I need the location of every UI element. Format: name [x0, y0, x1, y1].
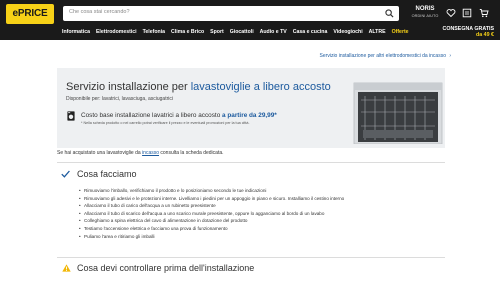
- main-nav: Informatica Elettrodomestici Telefonia C…: [62, 27, 415, 37]
- title-prefix: Servizio installazione per: [66, 81, 191, 93]
- nav-giocattoli[interactable]: Giocattoli: [230, 27, 254, 37]
- list-item: Rimuoviamo l'imballo, verifichiamo il pr…: [79, 187, 344, 195]
- section-divider: [57, 257, 445, 258]
- offer-text: Costo base installazione lavatrici a lib…: [81, 112, 223, 119]
- section-title-check: Cosa devi controllare prima dell'install…: [77, 263, 255, 273]
- nav-sport[interactable]: Sport: [210, 27, 224, 37]
- cart-icon[interactable]: [479, 8, 489, 18]
- offer-footnote: * Nella scheda prodotto o nel carrello p…: [81, 121, 250, 125]
- heart-icon[interactable]: [446, 8, 456, 18]
- page-title: Servizio installazione per lavastoviglie…: [66, 81, 331, 93]
- nav-videogiochi[interactable]: Videogiochi: [333, 27, 362, 37]
- offer-price: a partire da 29,99*: [222, 112, 277, 119]
- service-banner: Servizio installazione per lavastoviglie…: [57, 68, 445, 148]
- warning-icon: [62, 264, 71, 272]
- top-header: ePRICE Che cosa stai cercando? NORIS ORD…: [0, 0, 500, 40]
- search-input[interactable]: Che cosa stai cercando?: [63, 6, 399, 21]
- washing-machine-icon: [67, 111, 75, 121]
- section-divider: [57, 162, 445, 163]
- shipping-threshold: da 49 €: [476, 32, 494, 38]
- nav-offerte[interactable]: Offerte: [392, 27, 409, 37]
- nav-altre[interactable]: ALTRE: [369, 27, 386, 37]
- dishwasher-image: [353, 82, 443, 144]
- intro-suffix: consulta la scheda dedicata.: [159, 150, 224, 156]
- intro-prefix: Se hai acquistato una lavastoviglie da: [57, 150, 143, 156]
- search-icon[interactable]: [385, 9, 394, 18]
- search-placeholder: Che cosa stai cercando?: [69, 9, 130, 15]
- list-item: Testiamo l'accensione elettrica e faccia…: [79, 225, 344, 233]
- title-highlight: lavastoviglie a libero accosto: [190, 81, 331, 93]
- chevron-right-icon: ›: [449, 53, 451, 59]
- list-item: Allacciamo il tubo di carico dell'acqua …: [79, 202, 344, 210]
- list-item: Colleghiamo a spina elettrica del cavo d…: [79, 217, 344, 225]
- offer-line: Costo base installazione lavatrici a lib…: [81, 112, 277, 119]
- nav-elettrodomestici[interactable]: Elettrodomestici: [96, 27, 137, 37]
- list-item: Rimuoviamo gli adesivi e le protezioni i…: [79, 195, 344, 203]
- section-title-what: Cosa facciamo: [77, 169, 137, 179]
- check-icon: [61, 170, 70, 178]
- nav-audio-tv[interactable]: Audio e TV: [260, 27, 287, 37]
- nav-casa-cucina[interactable]: Casa e cucina: [293, 27, 328, 37]
- banner-subtitle: Disponibile per: lavatrici, lavasciuga, …: [66, 96, 173, 102]
- breadcrumb-link[interactable]: Servizio installazione per altri elettro…: [320, 53, 446, 59]
- list-item: Puliamo l'area e ritiriamo gli imballi: [79, 233, 344, 241]
- nav-clima-brico[interactable]: Clima e Brico: [171, 27, 204, 37]
- compare-icon[interactable]: [462, 8, 472, 18]
- list-item: Allacciamo il tubo di scarico dell'acqua…: [79, 210, 344, 218]
- intro-text: Se hai acquistato una lavastoviglie da i…: [57, 150, 224, 156]
- account-name: NORIS: [415, 6, 435, 12]
- account-menu[interactable]: NORIS ORDINI AIUTO: [406, 6, 444, 22]
- nav-telefonia[interactable]: Telefonia: [143, 27, 165, 37]
- nav-informatica[interactable]: Informatica: [62, 27, 90, 37]
- incasso-link[interactable]: incasso: [142, 150, 159, 156]
- account-links: ORDINI AIUTO: [411, 14, 439, 18]
- eprice-logo[interactable]: ePRICE: [6, 4, 54, 24]
- service-steps-list: Rimuoviamo l'imballo, verifichiamo il pr…: [79, 187, 344, 240]
- free-shipping-badge: CONSEGNA GRATIS da 49 €: [443, 26, 495, 38]
